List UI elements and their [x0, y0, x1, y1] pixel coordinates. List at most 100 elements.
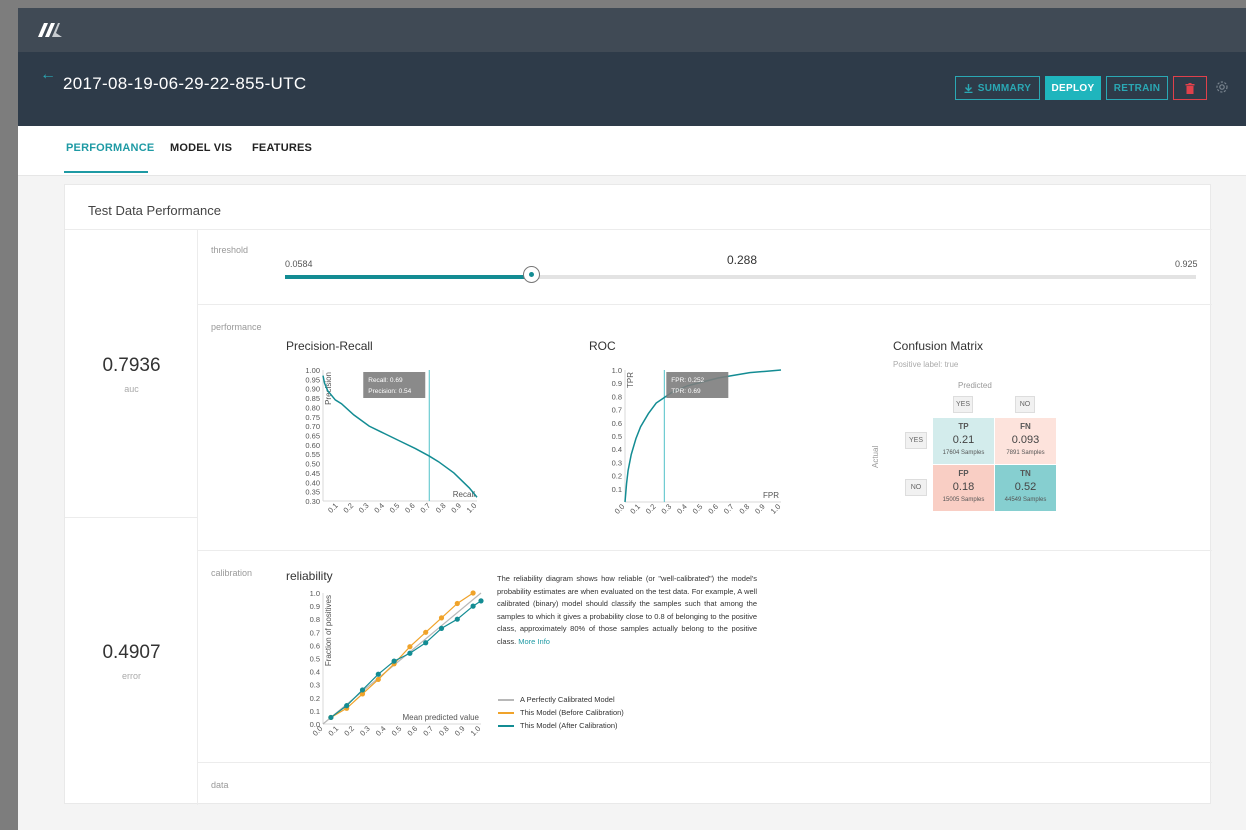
back-arrow-icon[interactable]: ← [40, 66, 56, 84]
x-tick-label: 0.7 [421, 724, 435, 738]
more-info-link[interactable]: More Info [518, 637, 550, 646]
deploy-button[interactable]: DEPLOY [1045, 76, 1101, 100]
tab-model-vis[interactable]: MODEL VIS [170, 142, 232, 154]
metrics-column: 0.7936 auc 0.4907 error [65, 230, 198, 805]
data-point [454, 616, 460, 622]
y-tick-label: 1.0 [310, 589, 320, 598]
data-point [478, 598, 484, 604]
x-tick-label: 0.8 [434, 501, 448, 515]
threshold-max: 0.925 [1175, 259, 1198, 269]
y-tick-label: 0.55 [305, 450, 320, 459]
cell-value: 0.093 [1011, 434, 1040, 446]
tooltip-line: TPR: 0.69 [671, 388, 701, 395]
y-axis-label: TPR [626, 372, 635, 388]
precision-recall-title: Precision-Recall [286, 339, 373, 353]
divider [198, 304, 1212, 305]
y-tick-label: 1.00 [305, 366, 320, 375]
tooltip-line: Recall: 0.69 [368, 377, 403, 384]
x-tick-label: 0.5 [691, 502, 705, 516]
threshold-slider-handle[interactable] [522, 266, 540, 283]
model-title: 2017-08-19-06-29-22-855-UTC [63, 74, 307, 93]
y-tick-label: 0.40 [305, 478, 320, 487]
threshold-value: 0.288 [727, 253, 758, 267]
data-point [344, 703, 350, 709]
x-tick-label: 0.3 [659, 502, 673, 516]
y-tick-label: 0.1 [612, 485, 622, 494]
y-tick-label: 0.7 [612, 406, 622, 415]
x-tick-label: 0.2 [341, 501, 355, 515]
x-tick-label: 0.1 [326, 501, 340, 515]
threshold-slider-fill [285, 275, 531, 279]
y-tick-label: 0.8 [310, 615, 320, 624]
error-value: 0.4907 [102, 642, 161, 663]
x-tick-label: 0.9 [449, 501, 463, 515]
x-tick-label: 0.4 [372, 501, 386, 515]
gear-icon[interactable] [1214, 79, 1230, 95]
x-tick-label: 1.0 [465, 501, 479, 515]
y-tick-label: 0.95 [305, 375, 320, 384]
summary-button[interactable]: SUMMARY [955, 76, 1040, 100]
legend-swatch [498, 698, 514, 701]
x-tick-label: 0.2 [644, 502, 658, 516]
y-tick-label: 0.50 [305, 460, 320, 469]
auc-value: 0.7936 [102, 355, 161, 376]
y-tick-label: 0.2 [612, 472, 622, 481]
retrain-button[interactable]: RETRAIN [1106, 76, 1168, 100]
data-point [375, 671, 381, 677]
confusion-cell-tp: TP 0.21 17604 Samples [933, 418, 994, 464]
legend-swatch [498, 711, 514, 714]
threshold-slider-track[interactable] [285, 275, 1196, 279]
predicted-yes-header: YES [953, 396, 973, 413]
auc-label: auc [124, 384, 139, 394]
reliability-title: reliability [286, 569, 333, 583]
roc-chart: 1.00.90.80.70.60.50.40.30.20.10.0 0.1 0.2 0… [612, 366, 783, 516]
logo-mark[interactable] [38, 22, 68, 38]
data-point [407, 644, 413, 650]
y-axis-label: Fraction of positives [324, 595, 333, 666]
data-point [438, 615, 445, 621]
divider [198, 550, 1212, 551]
positive-label-note: Positive label: true [893, 360, 959, 369]
y-tick-label: 0.35 [305, 488, 320, 497]
delete-button[interactable] [1173, 76, 1207, 100]
x-tick-label: 0.0 [613, 502, 627, 516]
y-tick-label: 0.3 [310, 681, 320, 690]
actual-yes-header: YES [905, 432, 927, 449]
data-point [438, 625, 445, 631]
data-point [328, 714, 334, 721]
y-tick-label: 1.0 [612, 366, 622, 375]
trash-icon [1185, 82, 1195, 94]
x-tick-label: 0.5 [390, 724, 404, 738]
x-tick-label: 0.6 [405, 724, 419, 738]
reliability-chart: 1.00.90.80.70.60.50.40.30.20.10.00.0 0.1 0… [310, 589, 484, 738]
y-tick-label: 0.90 [305, 385, 320, 394]
tab-performance[interactable]: PERFORMANCE [66, 142, 154, 154]
x-tick-label: 1.0 [769, 502, 783, 516]
predicted-no-header: NO [1015, 396, 1035, 413]
x-tick-label: 0.1 [628, 502, 642, 516]
y-tick-label: 0.30 [305, 497, 320, 506]
y-tick-label: 0.9 [612, 379, 622, 388]
precision-recall-chart: 1.000.950.900.850.800.750.700.650.600.55… [305, 366, 479, 515]
y-tick-label: 0.65 [305, 432, 320, 441]
confusion-cell-fn: FN 0.093 7891 Samples [995, 418, 1056, 464]
y-axis-label: Precision [324, 372, 333, 405]
active-tab-indicator [64, 171, 148, 173]
x-tick-label: 0.4 [374, 724, 388, 738]
y-tick-label: 0.6 [310, 641, 320, 650]
x-tick-label: 0.8 [737, 502, 751, 516]
y-tick-label: 0.4 [310, 668, 320, 677]
x-tick-label: 0.9 [753, 502, 767, 516]
tab-features[interactable]: FEATURES [252, 142, 312, 154]
logo-bar [18, 8, 1246, 52]
y-tick-label: 0.70 [305, 422, 320, 431]
x-tick-label: 0.4 [675, 502, 689, 516]
roc-title: ROC [589, 339, 616, 353]
tooltip-line: Precision: 0.54 [368, 388, 411, 395]
x-tick-label: 0.8 [437, 724, 451, 738]
confusion-cell-tn: TN 0.52 44549 Samples [995, 465, 1056, 511]
y-tick-label: 0.2 [310, 694, 320, 703]
data-point [359, 687, 366, 693]
y-tick-label: 0.6 [612, 419, 622, 428]
y-tick-label: 0.8 [612, 392, 622, 401]
